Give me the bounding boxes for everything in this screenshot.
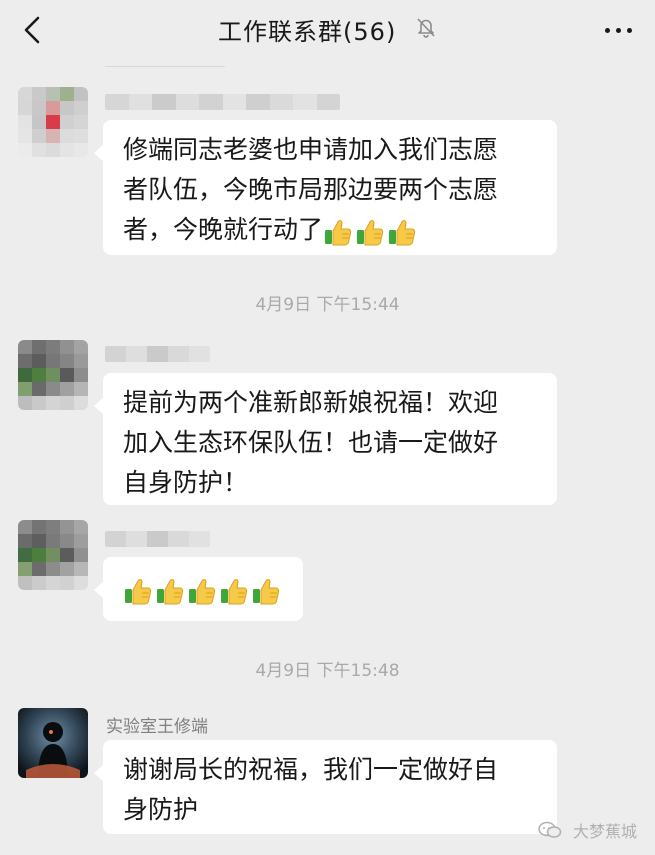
thumbs-up-emoji <box>123 575 155 605</box>
avatar-blurred[interactable] <box>18 340 88 410</box>
watermark: 大梦蕉城 <box>538 818 637 844</box>
more-dots-icon <box>605 28 610 33</box>
message-timestamp: 4月9日 下午15:48 <box>255 661 400 681</box>
sender-name-blurred <box>105 346 210 362</box>
thumbs-up-emoji <box>251 575 283 605</box>
message-text-line: 谢谢局长的祝福，我们一定做好自 <box>123 755 499 784</box>
message-text: 者，今晚就行动了 <box>123 215 324 244</box>
thumbs-up-emoji <box>155 575 187 605</box>
message-text-line: 提前为两个准新郎新娘祝福！欢迎 <box>123 388 499 417</box>
thumbs-up-emoji <box>219 575 251 605</box>
avatar-silhouette[interactable] <box>18 708 88 778</box>
truncated-message-edge <box>105 66 225 67</box>
sender-name-blurred <box>105 531 210 547</box>
thumbs-up-emoji-group <box>323 211 419 251</box>
message-bubble[interactable] <box>94 557 303 621</box>
message-text-line: 者队伍，今晚市局那边要两个志愿 <box>123 175 499 204</box>
message-text-line: 自身防护！ <box>123 468 249 497</box>
message-timestamp: 4月9日 下午15:44 <box>255 295 400 315</box>
sender-name: 实验室王修端 <box>106 717 208 737</box>
message-bubble[interactable]: 谢谢局长的祝福，我们一定做好自 身防护 <box>94 740 557 834</box>
more-button[interactable] <box>599 18 639 42</box>
person-silhouette-icon <box>18 708 88 778</box>
watermark-text: 大梦蕉城 <box>572 821 637 841</box>
thumbs-up-emoji <box>355 216 387 246</box>
thumbs-up-emoji <box>323 216 355 246</box>
message-bubble[interactable]: 提前为两个准新郎新娘祝福！欢迎 加入生态环保队伍！也请一定做好 自身防护！ <box>94 373 557 505</box>
bell-off-icon <box>415 16 437 44</box>
thumbs-up-emoji-group <box>123 570 283 610</box>
sender-name-blurred <box>105 94 340 110</box>
message-text-line: 加入生态环保队伍！也请一定做好 <box>123 428 499 457</box>
thumbs-up-emoji <box>187 575 219 605</box>
avatar-blurred[interactable] <box>18 87 88 157</box>
chat-title-text: 工作联系群(56) <box>218 18 397 46</box>
more-dots-icon <box>616 28 621 33</box>
message-text-line: 者，今晚就行动了 <box>123 210 539 251</box>
message-bubble[interactable]: 修端同志老婆也申请加入我们志愿 者队伍，今晚市局那边要两个志愿 者，今晚就行动了 <box>94 120 557 255</box>
avatar-blurred[interactable] <box>18 520 88 590</box>
wechat-official-icon <box>538 821 562 843</box>
thumbs-up-emoji <box>387 216 419 246</box>
chat-header: 工作联系群(56) <box>0 0 655 62</box>
chat-title: 工作联系群(56) <box>0 12 655 47</box>
more-dots-icon <box>627 28 632 33</box>
message-text-line: 修端同志老婆也申请加入我们志愿 <box>123 135 499 164</box>
message-text-line: 身防护 <box>123 795 199 824</box>
